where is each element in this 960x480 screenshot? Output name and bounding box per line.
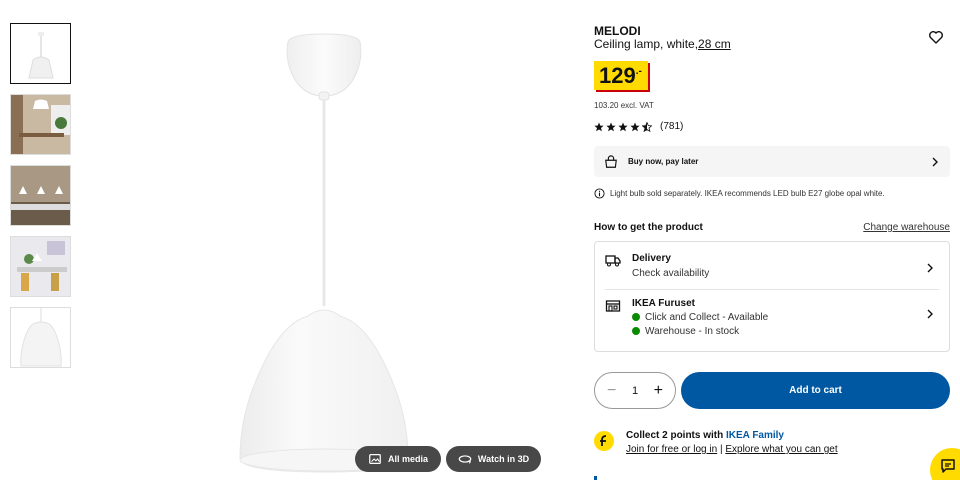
rating-count: (781) xyxy=(660,121,684,132)
chevron-right-icon xyxy=(927,309,933,319)
increase-quantity-button[interactable]: + xyxy=(654,382,663,399)
size-link[interactable]: 28 cm xyxy=(698,37,731,51)
product-name: MELODI xyxy=(594,24,641,38)
half-star-icon xyxy=(642,121,652,132)
delivery-subtitle: Check availability xyxy=(632,268,710,279)
price-integer: 129 xyxy=(599,63,636,88)
info-icon xyxy=(594,188,605,199)
store-icon xyxy=(605,300,621,312)
quantity-stepper: − 1 + xyxy=(594,372,676,409)
quantity-value[interactable]: 1 xyxy=(632,385,638,397)
shopping-bag-icon xyxy=(605,154,617,168)
availability-box: Delivery Check availability IKEA Furuset… xyxy=(594,241,950,352)
thumbnail-1[interactable] xyxy=(10,23,71,84)
section-marker xyxy=(594,476,597,480)
ikea-family-link[interactable]: IKEA Family xyxy=(726,430,784,441)
star-icon xyxy=(606,122,616,131)
price-excl-vat: 103.20 excl. VAT xyxy=(594,101,654,110)
store-row[interactable]: IKEA Furuset Click and Collect - Availab… xyxy=(595,290,949,352)
store-click-collect: Click and Collect - Available xyxy=(632,312,768,323)
delivery-row[interactable]: Delivery Check availability xyxy=(595,242,949,289)
price-tag: 129 .- xyxy=(594,61,648,90)
status-dot xyxy=(632,313,640,321)
store-warehouse-stock: Warehouse - In stock xyxy=(632,326,739,337)
product-page: All media Watch in 3D MELODI Ceiling lam… xyxy=(0,0,960,480)
thumbnail-4[interactable] xyxy=(10,236,71,297)
thumbnail-5[interactable] xyxy=(10,307,71,368)
thumbnail-2[interactable] xyxy=(10,94,71,155)
ikea-family-logo-icon xyxy=(594,431,614,451)
buy-now-pay-later[interactable]: Buy now, pay later xyxy=(594,146,950,177)
heart-icon[interactable] xyxy=(928,29,944,45)
join-link[interactable]: Join for free or log in xyxy=(626,444,717,455)
truck-icon xyxy=(605,255,621,267)
all-media-button[interactable]: All media xyxy=(355,446,441,472)
family-links: Join for free or log in | Explore what y… xyxy=(626,444,838,455)
chat-icon xyxy=(941,459,955,473)
chevron-right-icon xyxy=(927,263,933,273)
thumbnail-list xyxy=(10,23,72,378)
chevron-right-icon xyxy=(932,157,938,166)
add-to-cart-button[interactable]: Add to cart xyxy=(681,372,950,409)
thumbnail-3[interactable] xyxy=(10,165,71,226)
bulb-note: Light bulb sold separately. IKEA recomme… xyxy=(594,188,885,199)
watch-3d-button[interactable]: Watch in 3D xyxy=(446,446,541,472)
status-dot xyxy=(632,327,640,335)
decrease-quantity-button[interactable]: − xyxy=(607,382,616,399)
rating[interactable]: (781) xyxy=(594,121,683,132)
star-icon xyxy=(618,122,628,131)
rotate-3d-icon xyxy=(458,455,472,464)
star-icon xyxy=(594,122,604,131)
family-points-text: Collect 2 points with IKEA Family xyxy=(626,430,784,441)
price-decimal: .- xyxy=(635,66,642,77)
change-warehouse-link[interactable]: Change warehouse xyxy=(863,222,950,233)
fulfilment-heading: How to get the product xyxy=(594,222,703,233)
main-product-image[interactable]: All media Watch in 3D xyxy=(130,0,575,480)
explore-link[interactable]: Explore what you can get xyxy=(725,444,837,455)
ikea-family-promo: Collect 2 points with IKEA Family Join f… xyxy=(594,430,950,460)
product-description: Ceiling lamp, white,28 cm xyxy=(594,37,731,51)
gallery-icon xyxy=(369,454,381,464)
delivery-title: Delivery xyxy=(632,253,671,264)
store-title: IKEA Furuset xyxy=(632,298,695,309)
star-icon xyxy=(630,122,640,131)
